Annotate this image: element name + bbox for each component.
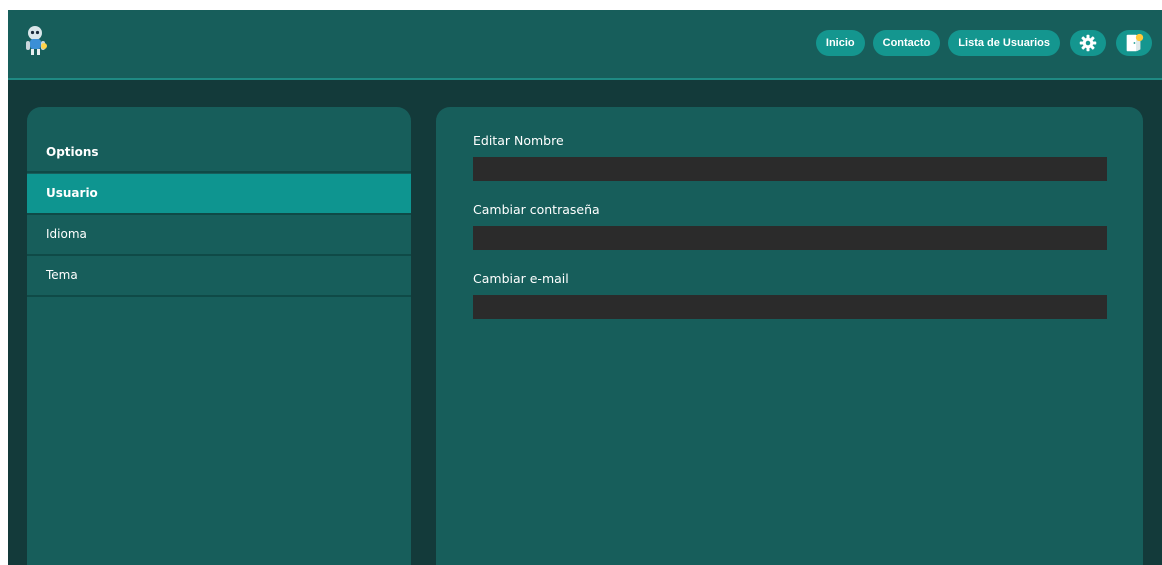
sidebar-item-tema[interactable]: Tema [27, 256, 411, 295]
sidebar-item-usuario[interactable]: Usuario [27, 174, 411, 213]
change-password-label: Cambiar contraseña [473, 202, 600, 217]
options-sidebar: Options Usuario Idioma Tema [27, 107, 411, 565]
sidebar-heading: Options [46, 145, 99, 159]
sidebar-divider [27, 171, 411, 173]
change-email-label: Cambiar e-mail [473, 271, 569, 286]
logout-button[interactable] [1116, 30, 1152, 56]
sidebar-item-idioma[interactable]: Idioma [27, 215, 411, 254]
nav-lista-usuarios-button[interactable]: Lista de Usuarios [948, 30, 1060, 56]
robot-mascot-icon[interactable] [24, 24, 50, 58]
sidebar-divider [27, 295, 411, 297]
settings-button[interactable] [1070, 30, 1106, 56]
exit-door-icon [1126, 33, 1144, 52]
nav-contacto-button[interactable]: Contacto [872, 30, 941, 56]
nav-bar: Inicio Contacto Lista de Usuarios [808, 30, 1152, 56]
change-password-input[interactable] [473, 226, 1107, 250]
top-navbar: Inicio Contacto Lista de Usuarios [8, 10, 1162, 80]
edit-name-input[interactable] [473, 157, 1107, 181]
user-settings-panel: Editar Nombre Cambiar contraseña Cambiar… [436, 107, 1143, 565]
gear-icon [1079, 34, 1097, 52]
nav-inicio-button[interactable]: Inicio [815, 30, 865, 56]
edit-name-label: Editar Nombre [473, 133, 564, 148]
app-window: Inicio Contacto Lista de Usuarios Option… [8, 10, 1162, 565]
change-email-input[interactable] [473, 295, 1107, 319]
